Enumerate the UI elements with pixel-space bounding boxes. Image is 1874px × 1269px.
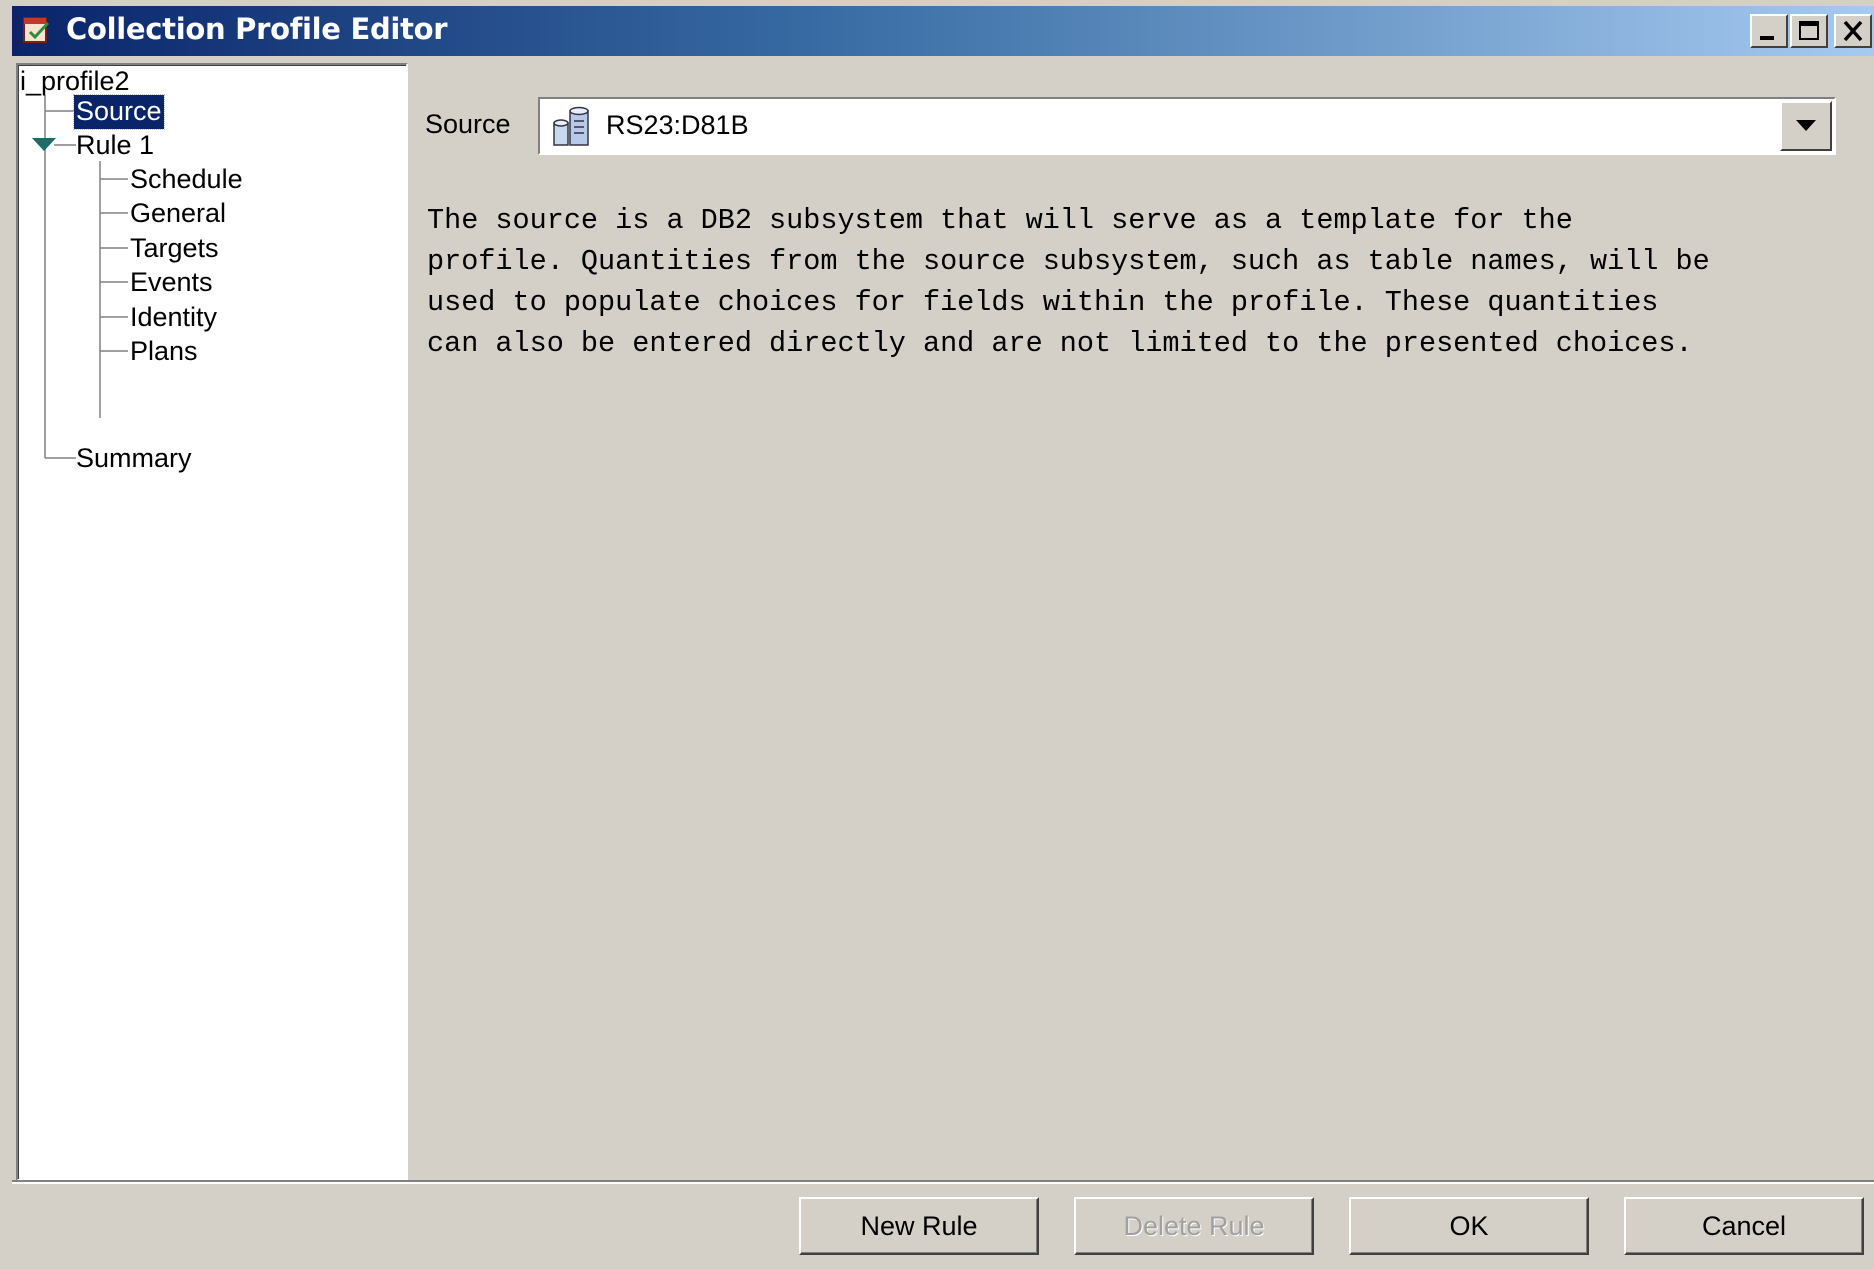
dropdown-arrow-button[interactable] [1780,101,1832,151]
tree-node-plans[interactable]: Plans [128,335,200,369]
tree-node-rule-1[interactable]: Rule 1 [74,129,156,163]
chevron-down-icon [1796,120,1816,131]
desktop-edge [0,0,12,1269]
tree-node-targets[interactable]: Targets [128,232,221,266]
minimize-icon [1760,36,1774,40]
close-button[interactable] [1834,14,1872,48]
source-description: The source is a DB2 subsystem that will … [427,204,1710,360]
tree-node-source[interactable]: Source [73,94,165,130]
ok-button[interactable]: OK [1349,1197,1589,1255]
database-icon [550,105,594,154]
new-rule-button[interactable]: New Rule [799,1197,1039,1255]
profile-editor-app-icon [22,15,52,45]
tree-node-events[interactable]: Events [128,266,215,300]
profile-tree[interactable]: i_profile2 Source Rule 1 Schedule Genera… [16,63,408,1181]
footer-divider [12,1180,1874,1184]
source-dropdown[interactable]: RS23:D81B [538,97,1836,155]
source-label: Source [425,109,511,139]
close-icon [1843,20,1863,42]
minimize-button[interactable] [1750,14,1788,48]
source-value: RS23:D81B [606,110,749,140]
expand-triangle-icon [32,138,56,151]
maximize-button[interactable] [1790,14,1828,48]
tree-node-summary[interactable]: Summary [74,442,194,476]
tree-node-identity[interactable]: Identity [128,301,219,335]
cancel-button[interactable]: Cancel [1624,1197,1864,1255]
maximize-icon [1799,21,1819,40]
window-title: Collection Profile Editor [66,12,448,46]
title-bar[interactable]: Collection Profile Editor [12,6,1874,56]
tree-node-schedule[interactable]: Schedule [128,163,245,197]
tree-node-general[interactable]: General [128,197,228,231]
tree-root-node[interactable]: i_profile2 [18,65,132,99]
delete-rule-button[interactable]: Delete Rule [1074,1197,1314,1255]
